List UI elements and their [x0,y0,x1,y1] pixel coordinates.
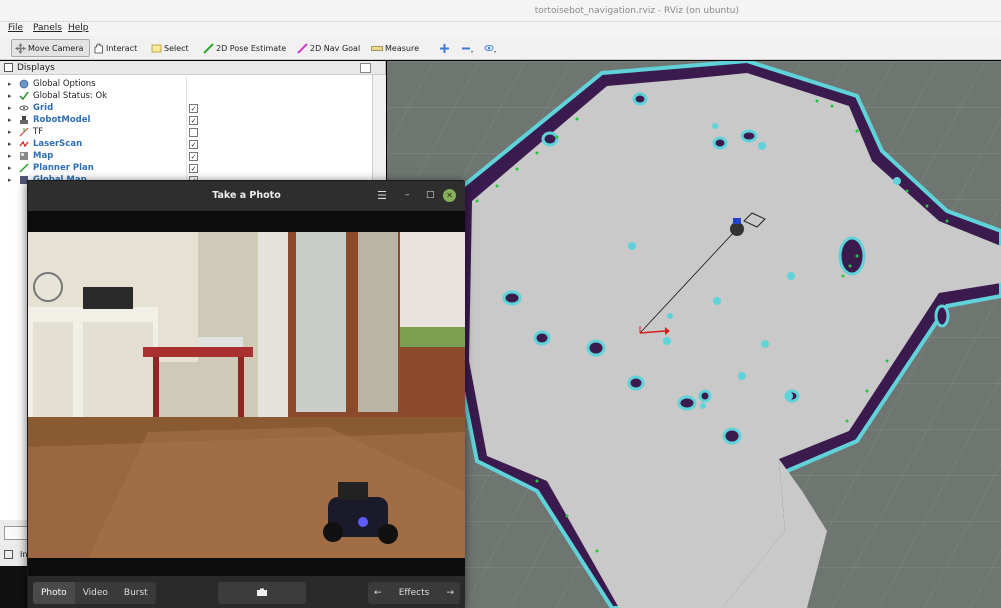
expand-arrow-icon[interactable]: ▸ [8,152,12,160]
menu-file[interactable]: File [8,23,23,33]
menu-panels[interactable]: Panels [33,23,62,33]
measure-label: Measure [385,43,419,53]
mode-photo-button[interactable]: Photo [33,582,75,604]
window-titlebar: tortoisebot_navigation.rviz - RViz (on u… [0,0,1001,22]
hand-icon [94,43,103,53]
menu-help[interactable]: Help [68,23,89,33]
displays-title: Displays [17,62,55,73]
green-arrow-icon [203,42,214,54]
move-camera-icon [15,42,26,54]
map-render [387,61,1001,608]
move-camera-button[interactable]: Move Camera [11,39,90,57]
plus-icon [440,43,449,53]
zoom-in-button[interactable] [436,39,455,57]
select-label: Select [164,43,189,53]
tree-label: Grid [33,103,54,113]
camera-scene [28,232,465,558]
visibility-checkbox[interactable]: ✓ [189,103,198,113]
menu-bar: File Panels Help [0,22,1001,36]
tree-label: Global Options [33,79,96,89]
dark-region [0,566,28,608]
tree-label: Map [33,151,54,161]
tree-label: LaserScan [33,139,83,149]
minimize-icon[interactable]: – [405,190,410,201]
take-a-photo-window: Take a Photo ☰ – □ ✕ Photo Video Burst ←… [27,180,465,608]
path-icon [19,163,29,173]
mode-video-button[interactable]: Video [74,582,116,604]
photo-titlebar: Take a Photo [28,181,465,211]
mode-switcher: Photo Video Burst [33,582,156,604]
photo-controls-bar: Photo Video Burst ← Effects → [28,576,465,608]
photo-window-title: Take a Photo [212,190,281,201]
mode-burst-button[interactable]: Burst [115,582,156,604]
panel-icon [4,550,13,559]
camera-preview [28,232,465,558]
view-button[interactable] [481,39,502,57]
toolbar: Move Camera Interact Select 2D Pose Esti… [0,36,1001,60]
camera-icon [257,588,267,596]
visibility-checkbox[interactable]: ✓ [189,151,198,161]
tree-label: TF [33,127,44,137]
ruler-icon [371,45,383,51]
lower-left-panel: In [0,520,28,608]
preview-bottom-letterbox [28,558,465,576]
next-effect-icon[interactable]: → [446,588,454,598]
expand-arrow-icon[interactable]: ▸ [8,116,12,124]
expand-arrow-icon[interactable]: ▸ [8,92,12,100]
tree-label: Planner Plan [33,163,94,173]
close-icon[interactable]: ✕ [443,189,456,202]
nav-goal-label: 2D Nav Goal [310,43,361,53]
select-icon [151,44,162,52]
maximize-icon[interactable]: □ [426,190,435,201]
expand-arrow-icon[interactable]: ▸ [8,176,12,184]
pose-estimate-button[interactable]: 2D Pose Estimate [200,39,289,57]
panel-float-button[interactable] [360,63,371,73]
pose-estimate-label: 2D Pose Estimate [216,43,287,53]
expand-arrow-icon[interactable]: ▸ [8,80,12,88]
nav-goal-button[interactable]: 2D Nav Goal [294,39,363,57]
previous-effect-icon[interactable]: ← [374,588,382,598]
interact-button[interactable]: Interact [90,39,140,57]
window-title: tortoisebot_navigation.rviz - RViz (on u… [534,6,739,16]
eye-icon [484,44,496,53]
expand-arrow-icon[interactable]: ▸ [8,164,12,172]
tree-label: Global Status: Ok [33,91,108,101]
preview-top-letterbox [28,211,465,232]
visibility-checkbox[interactable]: ✓ [189,139,198,149]
take-photo-button[interactable] [218,582,306,604]
select-button[interactable]: Select [148,39,192,57]
expand-arrow-icon[interactable]: ▸ [8,104,12,112]
displays-header: Displays [0,61,385,75]
measure-button[interactable]: Measure [368,39,422,57]
zoom-out-button[interactable] [458,39,479,57]
robot-icon [20,116,28,124]
effects-control[interactable]: ← Effects → [368,582,460,604]
panel-icon [4,63,13,72]
magenta-arrow-icon [297,42,308,54]
hamburger-menu-icon[interactable]: ☰ [377,190,387,201]
map-icon [20,152,28,160]
effects-label: Effects [398,588,430,598]
visibility-checkbox[interactable]: ✓ [189,163,198,173]
add-display-button[interactable] [4,526,28,540]
check-icon [19,91,29,101]
3d-view[interactable] [387,61,1001,608]
tree-label: RobotModel [33,115,91,125]
visibility-checkbox[interactable]: ✓ [189,115,198,125]
tf-icon [19,127,29,137]
laser-icon [19,140,29,148]
move-camera-label: Move Camera [28,43,84,53]
minus-icon [462,47,473,53]
grid-icon [19,105,29,111]
expand-arrow-icon[interactable]: ▸ [8,128,12,136]
visibility-checkbox[interactable] [189,127,198,137]
interact-label: Interact [106,43,138,53]
globe-icon [19,79,29,89]
expand-arrow-icon[interactable]: ▸ [8,140,12,148]
